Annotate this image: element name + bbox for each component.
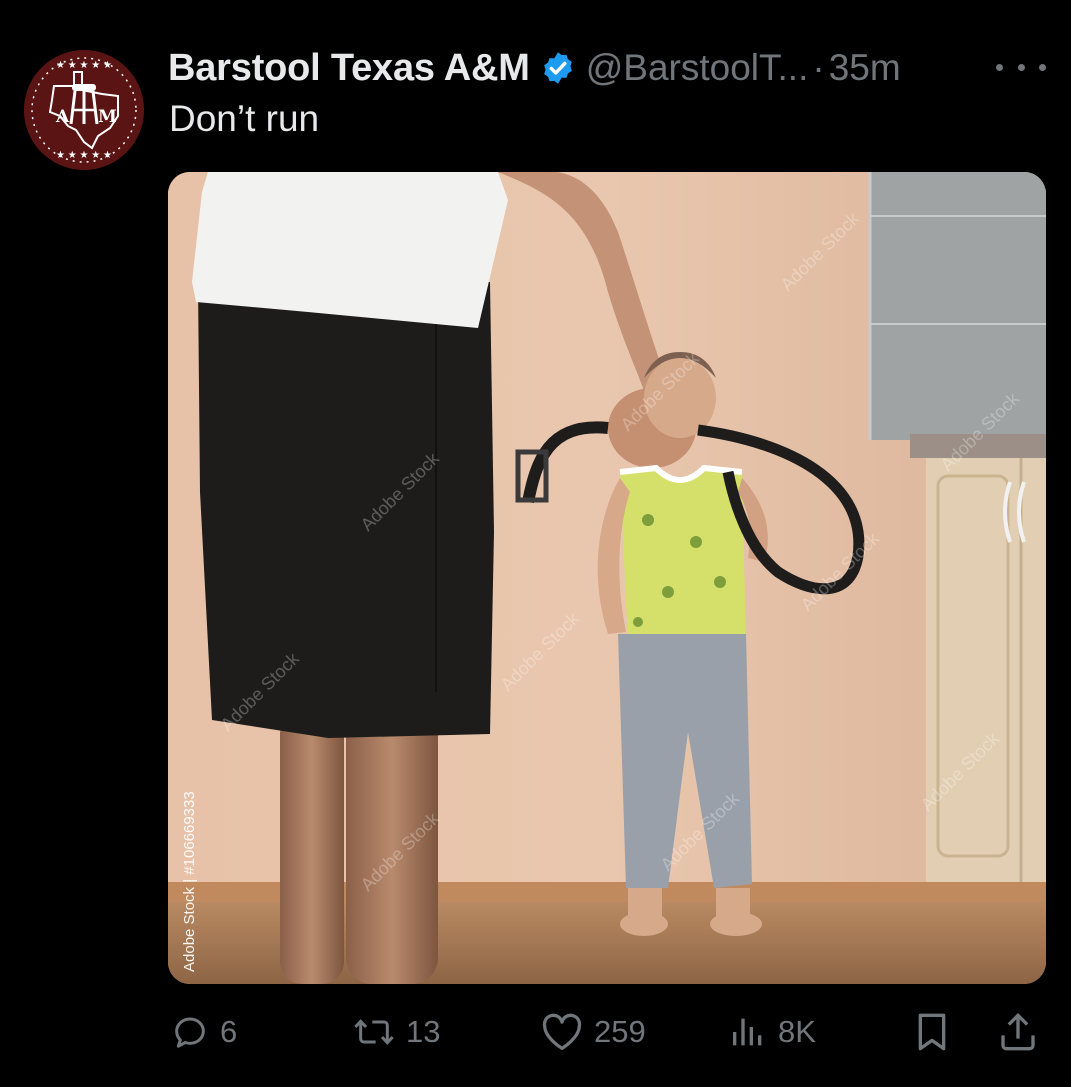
bookmark-icon bbox=[918, 1013, 946, 1051]
svg-text:★ ★ ★ ★ ★: ★ ★ ★ ★ ★ bbox=[56, 60, 112, 71]
share-icon bbox=[1001, 1012, 1035, 1051]
tweet-action-bar: 6 13 259 8K bbox=[0, 1004, 1071, 1060]
svg-text:★ ★ ★ ★ ★: ★ ★ ★ ★ ★ bbox=[56, 150, 112, 161]
views-icon bbox=[733, 1018, 762, 1046]
repost-count: 13 bbox=[406, 1014, 441, 1049]
timestamp[interactable]: 35m bbox=[829, 47, 901, 89]
views-button[interactable]: 8K bbox=[728, 1004, 816, 1060]
share-button[interactable] bbox=[998, 1004, 1038, 1060]
watermark-side: Adobe Stock | #106669333 bbox=[181, 791, 198, 972]
barstool-texas-am-logo: A M ★ ★ ★ ★ ★ ★ ★ ★ ★ ★ bbox=[24, 50, 144, 170]
repost-icon bbox=[354, 1019, 394, 1045]
separator-dot: · bbox=[812, 47, 825, 88]
like-count: 259 bbox=[594, 1014, 646, 1049]
handle[interactable]: @BarstoolT... bbox=[586, 47, 809, 89]
tweet-media-image[interactable]: Adobe Stock | #106669333 Adobe Stock Ado… bbox=[168, 172, 1046, 984]
photo-illustration: Adobe Stock | #106669333 Adobe Stock Ado… bbox=[168, 172, 1046, 984]
views-count: 8K bbox=[778, 1014, 816, 1049]
reply-button[interactable]: 6 bbox=[170, 1004, 237, 1060]
display-name[interactable]: Barstool Texas A&M bbox=[168, 47, 530, 90]
reply-count: 6 bbox=[220, 1014, 238, 1049]
verified-badge-icon bbox=[543, 52, 572, 84]
reply-icon bbox=[175, 1017, 205, 1048]
like-icon bbox=[542, 1013, 582, 1050]
bookmark-button[interactable] bbox=[912, 1004, 952, 1060]
more-icon[interactable] bbox=[996, 52, 1046, 82]
repost-button[interactable]: 13 bbox=[352, 1004, 440, 1060]
avatar[interactable]: A M ★ ★ ★ ★ ★ ★ ★ ★ ★ ★ bbox=[24, 50, 144, 170]
avatar-logo-text: A bbox=[55, 107, 70, 127]
like-button[interactable]: 259 bbox=[540, 1004, 646, 1060]
tweet-header: Barstool Texas A&M @BarstoolT... · 35m bbox=[168, 42, 901, 94]
svg-text:M: M bbox=[98, 107, 117, 127]
tweet-text: Don’t run bbox=[169, 98, 320, 139]
